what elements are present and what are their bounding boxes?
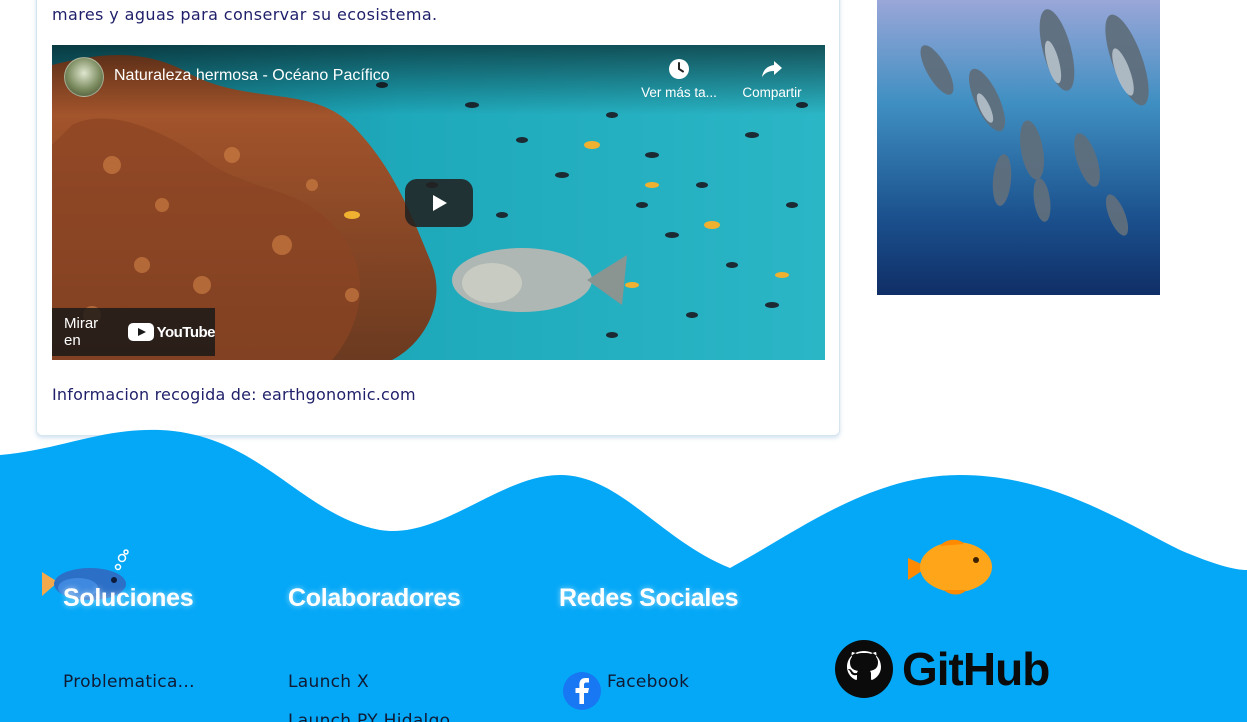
article-card: mares y aguas para conservar su ecosiste… [36, 0, 840, 436]
play-icon [433, 195, 447, 211]
footer-link-launch-x[interactable]: Launch X [288, 672, 369, 692]
facebook-icon[interactable] [562, 671, 602, 711]
youtube-wordmark: YouTube [156, 323, 216, 341]
page: mares y aguas para conservar su ecosiste… [0, 0, 1247, 722]
fish-icon [908, 539, 992, 595]
github-icon [835, 640, 893, 698]
footer-link-problematica[interactable]: Problematica... [63, 672, 195, 692]
share-icon [735, 57, 809, 81]
github-wordmark: GitHub [902, 643, 1050, 695]
footer-title-soluciones: Soluciones [63, 584, 194, 612]
share-label: Compartir [742, 85, 802, 100]
video-embed[interactable]: Naturaleza hermosa - Océano Pacífico Ver… [52, 45, 825, 360]
article-paragraph: mares y aguas para conservar su ecosiste… [52, 5, 438, 24]
watch-later-label: Ver más ta... [641, 85, 717, 100]
watch-later-button[interactable]: Ver más ta... [638, 57, 720, 100]
share-button[interactable]: Compartir [735, 57, 809, 100]
source-credit: Informacion recogida de: earthgonomic.co… [52, 385, 416, 404]
footer-title-redes-sociales: Redes Sociales [559, 584, 739, 612]
footer-title-colaboradores: Colaboradores [288, 584, 461, 612]
github-link[interactable]: GitHub [834, 639, 1050, 699]
dolphins-image [877, 0, 1160, 295]
watch-on-label: Mirar en [64, 315, 99, 349]
youtube-logo-icon: YouTube [127, 323, 216, 341]
watch-on-youtube-button[interactable]: Mirar en YouTube [52, 308, 216, 356]
footer-link-launch-py-hidalgo[interactable]: Launch PY Hidalgo [288, 711, 450, 722]
play-button[interactable] [405, 179, 473, 227]
footer-link-facebook[interactable]: Facebook [607, 672, 689, 692]
channel-avatar[interactable] [64, 57, 104, 97]
clock-icon [638, 57, 720, 81]
video-title[interactable]: Naturaleza hermosa - Océano Pacífico [114, 67, 390, 85]
